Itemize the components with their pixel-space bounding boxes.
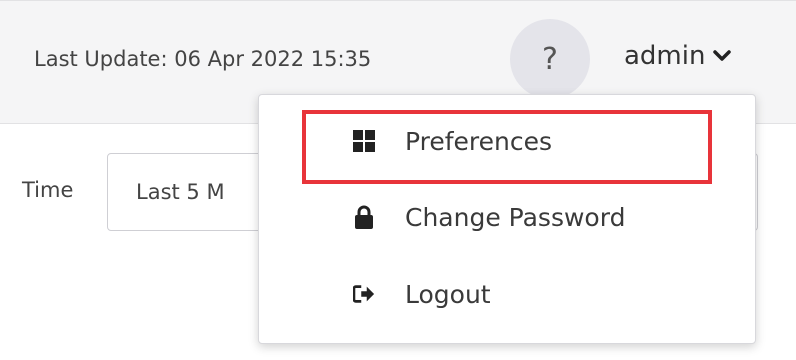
logout-icon bbox=[353, 283, 375, 305]
help-icon: ? bbox=[542, 41, 558, 77]
help-button[interactable]: ? bbox=[510, 19, 590, 99]
menu-item-preferences[interactable]: Preferences bbox=[259, 111, 755, 171]
user-menu-toggle[interactable]: admin bbox=[624, 41, 732, 71]
time-filter-label: Time bbox=[22, 178, 74, 202]
user-name: admin bbox=[624, 41, 706, 71]
menu-item-change-password[interactable]: Change Password bbox=[259, 187, 755, 247]
lock-icon bbox=[353, 205, 375, 229]
menu-item-label: Change Password bbox=[405, 202, 626, 232]
user-dropdown-menu: Preferences Change Password Logout bbox=[258, 94, 756, 344]
chevron-down-icon bbox=[713, 50, 732, 61]
menu-item-logout[interactable]: Logout bbox=[259, 264, 755, 324]
menu-item-label: Logout bbox=[405, 279, 491, 309]
last-update-text: Last Update: 06 Apr 2022 15:35 bbox=[34, 47, 372, 71]
menu-item-label: Preferences bbox=[405, 126, 553, 156]
grid-icon bbox=[353, 130, 375, 152]
